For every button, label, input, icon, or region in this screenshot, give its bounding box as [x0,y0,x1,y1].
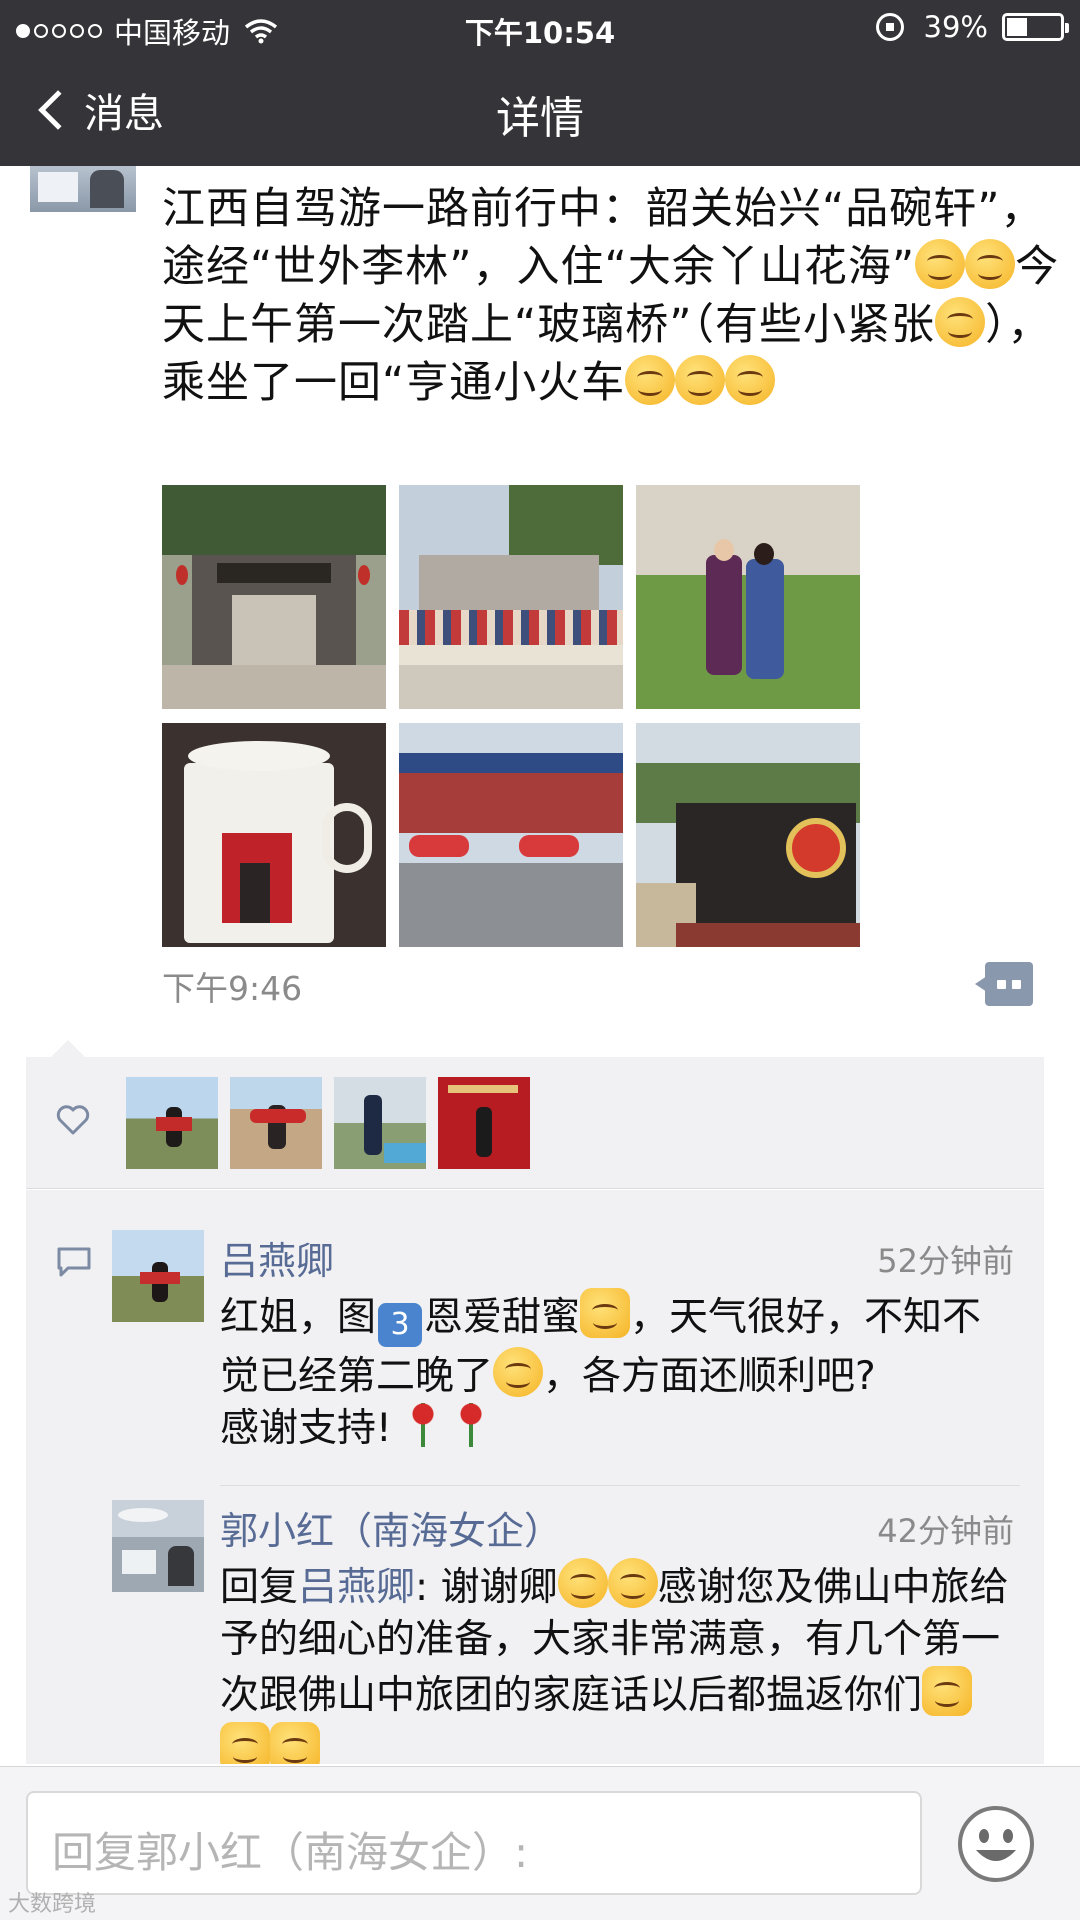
commenter-name[interactable]: 郭小红（南海女企） [220,1500,562,1555]
status-right: 39% [875,10,1069,44]
liker-avatar[interactable] [334,1077,426,1169]
grin-emoji-icon [675,355,726,405]
comment-action-button[interactable] [975,962,1033,1006]
number-badge-icon: 3 [378,1303,423,1347]
top-bar: 中国移动 下午10:54 39% 消息 详情 [0,0,1080,166]
commenter-name[interactable]: 吕燕卿 [220,1230,334,1285]
liker-avatar[interactable] [230,1077,322,1169]
comment-text-part: 红姐，图 [220,1295,377,1340]
comment-time: 52分钟前 [877,1242,1014,1280]
thumbs-up-emoji-icon [220,1722,270,1764]
rose-emoji-icon [405,1403,440,1447]
tongue-emoji-icon [935,297,986,347]
nav-bar: 消息 详情 [0,56,1080,166]
thumbs-up-emoji-icon [270,1722,320,1764]
reply-to-name[interactable]: 吕燕卿 [298,1565,415,1610]
thumbs-up-emoji-icon [580,1288,631,1338]
grin-emoji-icon [725,355,776,405]
smile-emoji-icon [965,239,1016,289]
comment-divider [220,1485,1020,1486]
photo-station[interactable] [399,723,623,947]
photo-gate[interactable] [162,485,386,709]
thumbs-up-emoji-icon [922,1666,973,1716]
comment-text: 红姐，图 3 恩爱甜蜜 ，天气很好，不知不觉已经第二晚了 ，各方面还顺利吧? 感谢支持! [220,1288,1020,1455]
comment-icon [57,1247,91,1277]
page-title: 详情 [496,93,584,144]
smile-emoji-icon [915,239,966,289]
liker-avatar[interactable] [126,1077,218,1169]
likes-section [26,1057,1044,1189]
reply-input[interactable]: 回复郭小红（南海女企）: [26,1791,922,1895]
photo-mug[interactable] [162,723,386,947]
grin-emoji-icon [625,355,676,405]
battery-percent: 39% [923,10,988,44]
comment-text-part: 恩爱甜蜜 [424,1295,581,1340]
author-avatar[interactable] [30,166,136,212]
grin-emoji-icon [493,1347,544,1397]
smile-emoji-icon [557,1558,608,1608]
photo-grid [162,485,862,947]
comment-time: 42分钟前 [877,1512,1014,1550]
post-time: 下午9:46 [162,969,303,1008]
reply-bar: 回复郭小红（南海女企）: [0,1766,1080,1920]
battery-fill [1007,18,1027,36]
status-bar: 中国移动 下午10:54 39% [0,0,1080,56]
comment-text-part: : 谢谢卿 [415,1565,558,1610]
liker-avatar[interactable] [438,1077,530,1169]
comments-section: 吕燕卿 52分钟前 红姐，图 3 恩爱甜蜜 ，天气很好，不知不觉已经第二晚了 ，各方面还… [26,1190,1044,1764]
photo-group[interactable] [399,485,623,709]
panel-arrow [50,1040,86,1058]
rose-emoji-icon [453,1403,488,1447]
photo-couple[interactable] [636,485,860,709]
reply-prefix: 回复 [220,1565,299,1610]
watermark: 大数跨境 [8,1892,97,1917]
commenter-avatar[interactable] [112,1500,204,1592]
commenter-avatar[interactable] [112,1230,204,1322]
emoji-button[interactable] [956,1804,1036,1884]
smile-emoji-icon [607,1558,658,1608]
photo-train[interactable] [636,723,860,947]
rotation-lock-icon [875,13,904,41]
battery-icon [1002,13,1069,41]
post-text-part-1: 江西自驾游一路前行中：韶关始兴“品碗轩”，途经“世外李林”，入住“大余丫山花海” [162,184,1045,292]
comment-text: 回复吕燕卿: 谢谢卿 感谢您及佛山中旅给予的细心的准备，大家非常满意，有几个第一次… [220,1558,1020,1764]
post-text: 江西自驾游一路前行中：韶关始兴“品碗轩”，途经“世外李林”，入住“大余丫山花海”… [162,180,1062,412]
heart-icon [56,1105,90,1135]
